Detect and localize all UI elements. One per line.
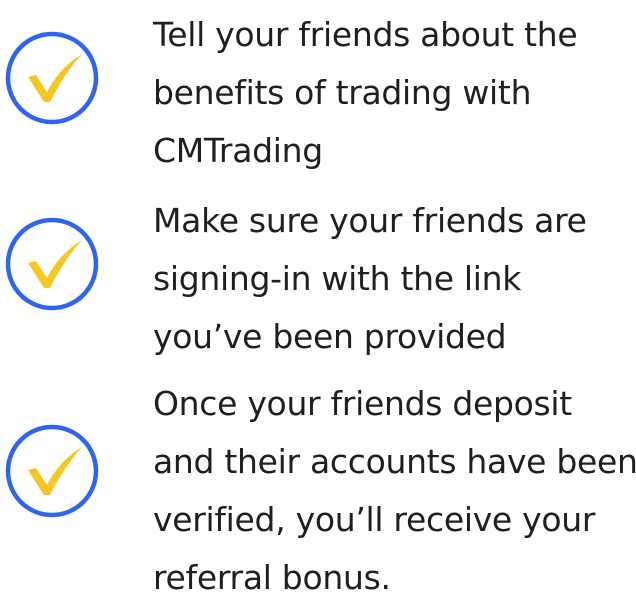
step-text-line: referral bonus. (153, 558, 391, 597)
step-text: Tell your friends about the benefits of … (153, 6, 633, 180)
step-text-line: and their accounts have been (153, 442, 636, 481)
step-text: Make sure your friends are signing-in wi… (153, 192, 633, 366)
referral-steps-list: Tell your friends about the benefits of … (0, 0, 636, 597)
check-circle-icon (5, 31, 99, 125)
step-text-line: you’ve been provided (153, 317, 507, 356)
step-text: Once your friends deposit and their acco… (153, 375, 636, 607)
step-text-line: Once your friends deposit (153, 384, 572, 423)
step-text-line: Make sure your friends are (153, 201, 587, 240)
step-text-line: benefits of trading with (153, 73, 532, 112)
step-text-line: CMTrading (153, 131, 323, 170)
step-text-line: verified, you’ll receive your (153, 500, 596, 539)
check-circle-icon (5, 424, 99, 518)
step-text-line: signing-in with the link (153, 259, 522, 298)
check-circle-icon (5, 217, 99, 311)
step-text-line: Tell your friends about the (153, 15, 578, 54)
